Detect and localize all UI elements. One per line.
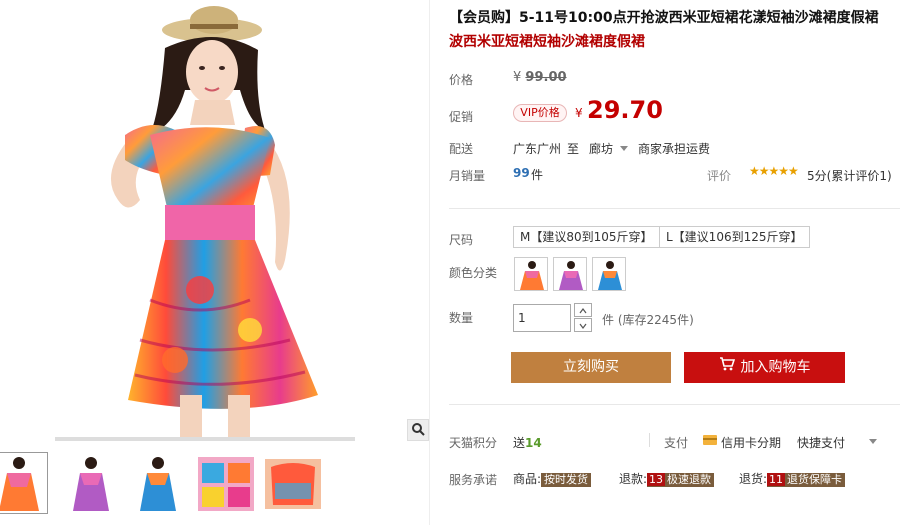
thumbnail-3[interactable]: [127, 452, 187, 514]
delivery-label: 配送: [449, 142, 474, 156]
chevron-up-icon: [579, 303, 587, 317]
credit-card-installment-link[interactable]: 信用卡分期: [721, 434, 781, 451]
service-label: 服务承诺: [449, 473, 498, 487]
thumbnail-scrollbar[interactable]: [55, 437, 355, 441]
refund-number: 13: [647, 473, 666, 486]
pay-label: 支付: [664, 436, 689, 450]
buy-now-button[interactable]: 立刻购买: [511, 352, 671, 383]
dress-model-illustration: [110, 6, 318, 440]
zoom-button[interactable]: [407, 419, 429, 441]
points-label: 天猫积分: [449, 436, 498, 450]
delivery-destination-select[interactable]: 廊坊: [589, 140, 613, 157]
star-rating-icon: ★★★★★: [749, 164, 799, 178]
service-refund: 退款: 13 极速退款: [619, 470, 715, 487]
product-info-panel: 【会员购】5-11号10:00点开抢波西米亚短裙花漾短袖沙滩裙度假裙 波西米亚短…: [449, 0, 900, 525]
thumbnail-2[interactable]: [60, 452, 120, 514]
product-title: 【会员购】5-11号10:00点开抢波西米亚短裙花漾短袖沙滩裙度假裙: [449, 10, 879, 26]
magnifier-icon: [411, 422, 425, 439]
on-time-delivery-badge[interactable]: 按时发货: [541, 473, 592, 487]
main-product-image[interactable]: [0, 0, 430, 440]
shipping-note: 商家承担运费: [638, 142, 711, 156]
points-info: 送14: [513, 434, 542, 451]
color-label: 颜色分类: [449, 266, 498, 280]
column-divider: [429, 0, 430, 525]
stock-info: 件 (库存2245件): [602, 311, 694, 328]
promo-label: 促销: [449, 110, 474, 124]
divider: [649, 433, 650, 447]
color-swatch-2[interactable]: [553, 257, 587, 291]
return-label: 退货:: [739, 472, 768, 486]
goods-label: 商品:: [513, 472, 542, 486]
delivery-to-word: 至: [567, 142, 580, 156]
quantity-increase-button[interactable]: [574, 303, 592, 317]
return-guarantee-badge[interactable]: 11 退货保障卡: [767, 473, 846, 487]
thumbnail-5[interactable]: [262, 452, 322, 514]
monthly-sales-count: 99: [513, 166, 530, 180]
chevron-down-icon: [869, 439, 877, 444]
return-number: 11: [767, 473, 786, 486]
promo-currency: ¥: [575, 106, 583, 120]
color-swatch-3[interactable]: [592, 257, 626, 291]
thumbnail-list: [0, 452, 430, 516]
quick-pay-select[interactable]: 快捷支付: [797, 434, 845, 451]
add-to-cart-button[interactable]: 加入购物车: [684, 352, 845, 383]
service-goods: 商品: 按时发货: [513, 470, 592, 487]
image-gallery: [0, 0, 430, 525]
price-label: 价格: [449, 73, 474, 87]
monthly-sales-label: 月销量: [449, 169, 486, 183]
monthly-sales-unit: 件: [531, 168, 544, 182]
size-option-m[interactable]: M【建议80到105斤穿】: [513, 226, 660, 248]
return-guarantee-text: 退货保障卡: [787, 473, 843, 486]
color-swatch-1[interactable]: [514, 257, 548, 291]
quantity-label: 数量: [449, 311, 474, 325]
rating-summary-link[interactable]: 5分(累计评价1): [807, 167, 892, 184]
cart-icon: [719, 352, 735, 383]
chevron-down-icon: [620, 146, 628, 151]
product-subtitle: 波西米亚短裙短袖沙滩裙度假裙: [449, 34, 645, 50]
chevron-down-icon: [579, 318, 587, 332]
fast-refund-badge[interactable]: 13 极速退款: [647, 473, 715, 487]
buy-now-label: 立刻购买: [563, 359, 619, 375]
original-currency: ¥: [513, 70, 522, 85]
original-price-value: 99.00: [525, 70, 567, 85]
section-divider: [449, 208, 900, 209]
size-label: 尺码: [449, 233, 474, 247]
rating-label: 评价: [707, 169, 732, 183]
quantity-unit: 件: [602, 313, 615, 327]
delivery-from: 广东广州: [513, 142, 562, 156]
points-prefix: 送: [513, 436, 526, 450]
stock-count: (库存2245件): [617, 313, 694, 327]
promo-price: 29.70: [587, 96, 663, 124]
quantity-input[interactable]: [513, 304, 571, 332]
size-option-l[interactable]: L【建议106到125斤穿】: [659, 226, 810, 248]
refund-label: 退款:: [619, 472, 648, 486]
thumbnail-1[interactable]: [0, 452, 48, 514]
section-divider: [449, 404, 900, 405]
credit-card-icon: [703, 435, 717, 445]
thumbnail-4[interactable]: [195, 452, 255, 514]
points-value: 14: [525, 436, 542, 450]
original-price: ¥ 99.00: [513, 70, 567, 85]
service-return: 退货: 11 退货保障卡: [739, 470, 846, 487]
add-to-cart-label: 加入购物车: [740, 359, 811, 376]
fast-refund-text: 极速退款: [667, 473, 712, 486]
vip-price-badge: VIP价格: [513, 104, 567, 122]
quantity-decrease-button[interactable]: [574, 318, 592, 332]
